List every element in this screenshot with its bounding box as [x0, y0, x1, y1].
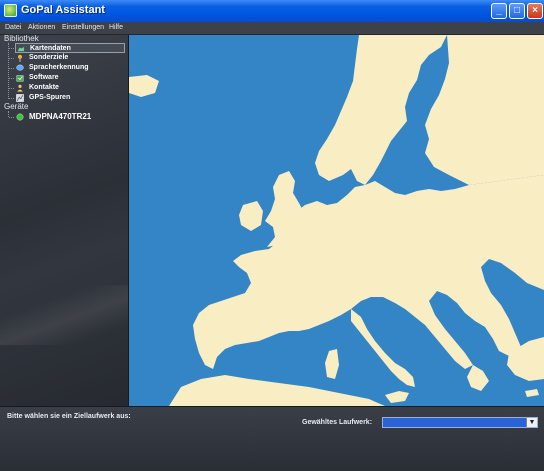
- drive-select[interactable]: ▼: [382, 417, 538, 428]
- sidebar-item-label: Sonderziele: [29, 54, 69, 61]
- minimize-button[interactable]: _: [491, 3, 507, 19]
- sidebar-item-spracherkennung[interactable]: Spracherkennung: [15, 63, 125, 73]
- sidebar-item-label: Spracherkennung: [29, 64, 89, 71]
- maximize-button[interactable]: □: [509, 3, 525, 19]
- iceland-land: [129, 75, 159, 97]
- italy-land: [351, 309, 415, 387]
- sidebar-item-kontakte[interactable]: Kontakte: [15, 83, 125, 93]
- tree-branch: [9, 98, 14, 99]
- finland-land: [425, 35, 544, 185]
- sidebar-item-label: Kontakte: [29, 84, 59, 91]
- menu-aktionen[interactable]: Aktionen: [28, 22, 55, 34]
- green-dot-icon: [16, 113, 24, 121]
- sidebar-item-gps-spuren[interactable]: GPS-Spuren: [15, 93, 125, 103]
- app-icon: [4, 4, 17, 17]
- menu-einstellungen[interactable]: Einstellungen: [62, 22, 104, 34]
- europe-map[interactable]: [129, 35, 544, 406]
- selected-drive-label: Gewähltes Laufwerk:: [302, 419, 373, 426]
- britain-land: [265, 171, 307, 247]
- map-icon: [17, 46, 25, 52]
- tree-branch: [9, 58, 14, 59]
- title-bar[interactable]: GoPal Assistant _ □ ×: [0, 0, 544, 22]
- bottom-panel: Bitte wählen sie ein Ziellaufwerk aus: G…: [0, 406, 544, 471]
- tree-branch: [9, 78, 14, 79]
- scandinavia-land: [315, 35, 447, 185]
- gps-track-icon: [16, 94, 24, 102]
- sidebar-item-software[interactable]: Software: [15, 73, 125, 83]
- menu-hilfe[interactable]: Hilfe: [109, 22, 123, 34]
- tree-branch: [9, 88, 14, 89]
- device-item[interactable]: MDPNA470TR21: [15, 112, 125, 122]
- sidebar-item-kartendaten[interactable]: Kartendaten: [15, 43, 125, 53]
- tree-branch: [9, 48, 14, 49]
- menu-bar: Datei Aktionen Einstellungen Hilfe: [0, 22, 544, 35]
- select-drive-prompt: Bitte wählen sie ein Ziellaufwerk aus:: [7, 413, 131, 420]
- speech-icon: [16, 64, 24, 71]
- land-masses: [129, 35, 544, 406]
- sidebar: Bibliothek Kartendaten Sonderziele Sprac…: [0, 35, 129, 406]
- chevron-down-icon[interactable]: ▼: [526, 418, 537, 427]
- cyprus-land: [525, 389, 539, 397]
- close-button[interactable]: ×: [527, 3, 543, 19]
- tree-line: [8, 43, 9, 99]
- sidebar-item-sonderziele[interactable]: Sonderziele: [15, 53, 125, 63]
- contacts-icon: [17, 84, 23, 92]
- device-label: MDPNA470TR21: [29, 112, 92, 121]
- menu-datei[interactable]: Datei: [5, 22, 21, 34]
- pin-icon: [17, 54, 23, 62]
- greece-land: [467, 365, 489, 391]
- sidebar-item-label: Software: [29, 74, 59, 81]
- close-icon: ×: [532, 5, 538, 16]
- ireland-land: [239, 201, 263, 231]
- tree-branch: [9, 117, 14, 118]
- tree-branch: [9, 68, 14, 69]
- north-africa-land: [169, 375, 385, 406]
- window-title: GoPal Assistant: [21, 4, 105, 16]
- sicily-land: [385, 391, 409, 403]
- maximize-icon: □: [513, 5, 521, 16]
- sidebar-item-label: GPS-Spuren: [29, 94, 71, 101]
- library-heading: Bibliothek: [4, 35, 39, 43]
- sardinia-land: [325, 349, 339, 379]
- software-icon: [16, 75, 24, 82]
- devices-heading: Geräte: [4, 102, 29, 111]
- map-canvas: [129, 35, 544, 406]
- minimize-icon: _: [496, 5, 502, 16]
